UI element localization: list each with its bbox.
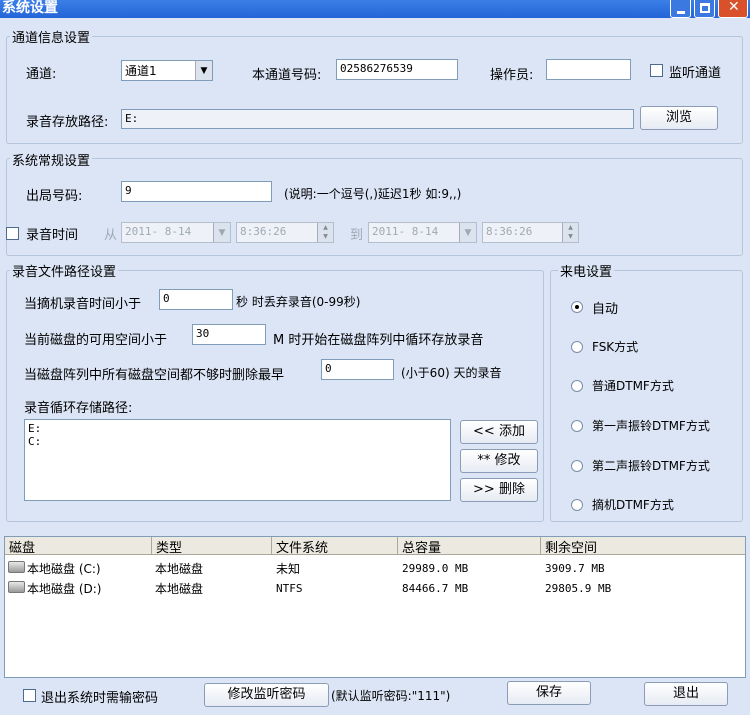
channel-select[interactable]: 通道1 ▼	[121, 60, 213, 81]
maximize-icon	[700, 3, 710, 13]
rule2-suffix: M 时开始在磁盘阵列中循环存放录音	[273, 333, 484, 348]
loop-path-list[interactable]: E: C:	[24, 419, 451, 501]
cell-filesystem: 未知	[276, 562, 301, 576]
operator-label: 操作员:	[490, 68, 534, 83]
change-monitor-password-button[interactable]: 修改监听密码	[204, 683, 329, 707]
col-header-filesystem[interactable]: 文件系统	[272, 537, 398, 556]
close-icon: ✕	[728, 0, 740, 15]
record-time-checkbox[interactable]	[6, 227, 19, 240]
general-settings-legend: 系统常规设置	[10, 150, 93, 169]
disk-list[interactable]: 磁盘 类型 文件系统 总容量 剩余空间 本地磁盘 (C:) 本地磁盘 未知 29…	[4, 536, 746, 678]
channel-select-value: 通道1	[125, 64, 157, 78]
cell-type: 本地磁盘	[155, 582, 204, 596]
radio-offhook-dtmf-label: 摘机DTMF方式	[592, 498, 674, 512]
minimize-icon	[677, 11, 685, 14]
cell-disk: 本地磁盘 (C:)	[27, 562, 101, 576]
outline-number-label: 出局号码:	[26, 189, 83, 204]
cell-type: 本地磁盘	[155, 562, 204, 576]
rule3-prefix: 当磁盘阵列中所有磁盘空间都不够时删除最早	[24, 368, 285, 383]
record-path-label: 录音存放路径:	[26, 115, 109, 130]
cell-total: 29989.0 MB	[402, 562, 469, 575]
delete-days-input[interactable]: 0	[321, 359, 394, 380]
exit-button[interactable]: 退出	[644, 682, 728, 706]
cell-free: 3909.7 MB	[545, 562, 605, 575]
radio-dtmf[interactable]	[571, 380, 583, 392]
minimize-button[interactable]	[670, 0, 691, 18]
min-space-input[interactable]: 30	[192, 324, 266, 345]
channel-number-input[interactable]: 02586276539	[336, 59, 458, 80]
exit-password-checkbox[interactable]	[23, 689, 36, 702]
monitor-channel-label: 监听通道	[669, 66, 722, 81]
col-header-type[interactable]: 类型	[152, 537, 272, 556]
hard-disk-icon	[8, 581, 25, 593]
radio-fsk[interactable]	[571, 341, 583, 353]
col-header-disk[interactable]: 磁盘	[5, 537, 152, 556]
cell-free: 29805.9 MB	[545, 582, 612, 595]
window-title: 系统设置	[2, 0, 58, 16]
cell-total: 84466.7 MB	[402, 582, 469, 595]
radio-first-ring-dtmf-label: 第一声振铃DTMF方式	[592, 419, 710, 433]
delete-path-button[interactable]: >> 删除	[460, 478, 538, 502]
outline-hint: (说明:一个逗号(,)延迟1秒 如:9,,)	[284, 187, 462, 201]
rule1-prefix: 当摘机录音时间小于	[24, 297, 142, 312]
radio-second-ring-dtmf-label: 第二声振铃DTMF方式	[592, 459, 710, 473]
rule3-suffix: (小于60) 天的录音	[401, 366, 502, 380]
radio-first-ring-dtmf[interactable]	[571, 420, 583, 432]
chevron-down-icon[interactable]: ▼	[459, 223, 476, 242]
to-date-picker[interactable]: 2011- 8-14 ▼	[368, 222, 477, 243]
col-header-total[interactable]: 总容量	[398, 537, 541, 556]
chevron-down-icon[interactable]: ▼	[195, 61, 212, 80]
close-button[interactable]: ✕	[718, 0, 748, 18]
radio-offhook-dtmf[interactable]	[571, 499, 583, 511]
cell-disk: 本地磁盘 (D:)	[27, 582, 102, 596]
col-header-free[interactable]: 剩余空间	[541, 537, 745, 556]
radio-fsk-label: FSK方式	[592, 340, 639, 354]
browse-button[interactable]: 浏览	[640, 106, 718, 130]
cell-filesystem: NTFS	[276, 582, 303, 595]
channel-number-label: 本通道号码:	[252, 68, 322, 83]
record-path-legend: 录音文件路径设置	[10, 261, 119, 280]
spinner-icon[interactable]: ▲ ▼	[317, 223, 333, 242]
monitor-channel-checkbox[interactable]	[650, 64, 663, 77]
rule1-suffix: 秒 时丢弃录音(0-99秒)	[236, 295, 361, 309]
exit-password-label: 退出系统时需输密码	[41, 691, 159, 706]
channel-info-legend: 通道信息设置	[10, 27, 93, 46]
to-time-picker[interactable]: 8:36:26 ▲ ▼	[482, 222, 579, 243]
spinner-icon[interactable]: ▲ ▼	[562, 223, 578, 242]
chevron-down-icon[interactable]: ▼	[213, 223, 230, 242]
caller-id-legend: 来电设置	[558, 261, 615, 280]
add-path-button[interactable]: << 添加	[460, 420, 538, 444]
title-bar: 系统设置 ✕	[0, 0, 750, 18]
from-label: 从	[104, 228, 118, 243]
maximize-button[interactable]	[694, 0, 715, 18]
radio-dtmf-label: 普通DTMF方式	[592, 379, 674, 393]
radio-auto-label: 自动	[592, 302, 619, 317]
table-row[interactable]: 本地磁盘 (D:) 本地磁盘 NTFS 84466.7 MB 29805.9 M…	[5, 579, 745, 599]
default-password-hint: (默认监听密码:"111")	[331, 689, 451, 703]
rule2-prefix: 当前磁盘的可用空间小于	[24, 333, 168, 348]
loop-path-item[interactable]: E:	[28, 422, 447, 435]
radio-auto[interactable]	[571, 301, 583, 313]
from-date-picker[interactable]: 2011- 8-14 ▼	[121, 222, 231, 243]
edit-path-button[interactable]: ** 修改	[460, 449, 538, 473]
loop-path-item[interactable]: C:	[28, 435, 447, 448]
outline-number-input[interactable]: 9	[121, 181, 272, 202]
to-label: 到	[350, 228, 364, 243]
operator-input[interactable]	[546, 59, 631, 80]
from-time-picker[interactable]: 8:36:26 ▲ ▼	[236, 222, 334, 243]
record-time-label: 录音时间	[26, 228, 79, 243]
table-row[interactable]: 本地磁盘 (C:) 本地磁盘 未知 29989.0 MB 3909.7 MB	[5, 559, 745, 579]
discard-seconds-input[interactable]: 0	[159, 289, 233, 310]
hard-disk-icon	[8, 561, 25, 573]
save-button[interactable]: 保存	[507, 681, 591, 705]
radio-second-ring-dtmf[interactable]	[571, 460, 583, 472]
channel-label: 通道:	[26, 67, 57, 82]
record-path-input[interactable]: E:	[121, 109, 634, 129]
loop-path-label: 录音循环存储路径:	[24, 401, 133, 416]
